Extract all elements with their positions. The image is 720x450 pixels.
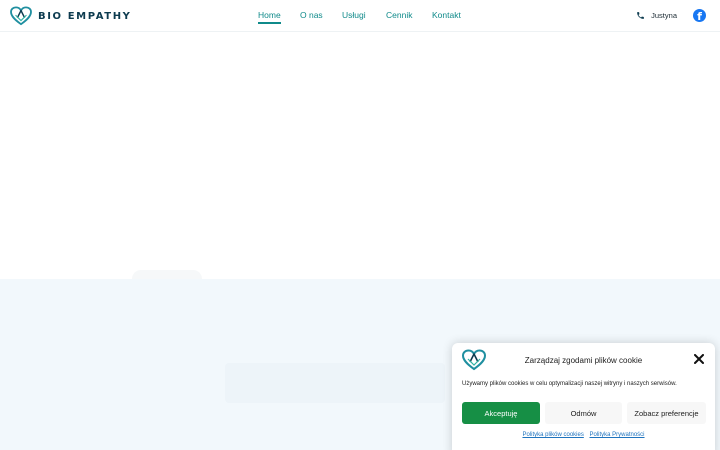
view-preferences-button[interactable]: Zobacz preferencje xyxy=(627,402,706,424)
nav-item-cennik[interactable]: Cennik xyxy=(386,0,432,32)
privacy-policy-link[interactable]: Polityka Prywatności xyxy=(590,432,645,438)
logo-text: BIO EMPATHY xyxy=(38,10,132,22)
site-logo[interactable]: BIO EMPATHY xyxy=(10,5,132,27)
nav-item-label: O nas xyxy=(300,10,323,20)
site-header: BIO EMPATHY Home O nas Usługi Cennik Kon… xyxy=(0,0,720,32)
cookie-consent-dialog: Zarządzaj zgodami plików cookie Używamy … xyxy=(452,343,715,450)
cookie-dialog-title: Zarządzaj zgodami plików cookie xyxy=(524,356,643,365)
faded-heading-placeholder xyxy=(225,363,445,403)
phone-icon xyxy=(636,11,645,20)
heart-logo-icon xyxy=(10,6,32,26)
nav-item-label: Kontakt xyxy=(432,10,461,20)
main-nav: Home O nas Usługi Cennik Kontakt xyxy=(258,0,472,32)
nav-item-o-nas[interactable]: O nas xyxy=(300,0,342,32)
nav-item-label: Home xyxy=(258,10,281,20)
cookie-policy-links: Polityka plików cookies Polityka Prywatn… xyxy=(452,432,715,438)
cookie-policy-link[interactable]: Polityka plików cookies xyxy=(522,432,583,438)
nav-item-home[interactable]: Home xyxy=(258,0,300,32)
close-icon[interactable] xyxy=(694,354,704,364)
accept-cookies-button[interactable]: Akceptuję xyxy=(462,402,540,424)
nav-item-uslugi[interactable]: Usługi xyxy=(342,0,386,32)
facebook-icon[interactable]: f xyxy=(693,9,706,22)
hero-section xyxy=(0,33,720,288)
page: BIO EMPATHY Home O nas Usługi Cennik Kon… xyxy=(0,0,720,450)
header-contact: Justyna f xyxy=(636,9,706,22)
cookie-dialog-message: Używamy plików cookies w celu optymaliza… xyxy=(462,381,677,387)
nav-item-label: Cennik xyxy=(386,10,413,20)
nav-item-kontakt[interactable]: Kontakt xyxy=(432,0,472,32)
nav-item-label: Usługi xyxy=(342,10,366,20)
active-underline xyxy=(258,22,281,24)
phone-link[interactable]: Justyna xyxy=(651,11,677,20)
deny-cookies-button[interactable]: Odmów xyxy=(545,402,622,424)
